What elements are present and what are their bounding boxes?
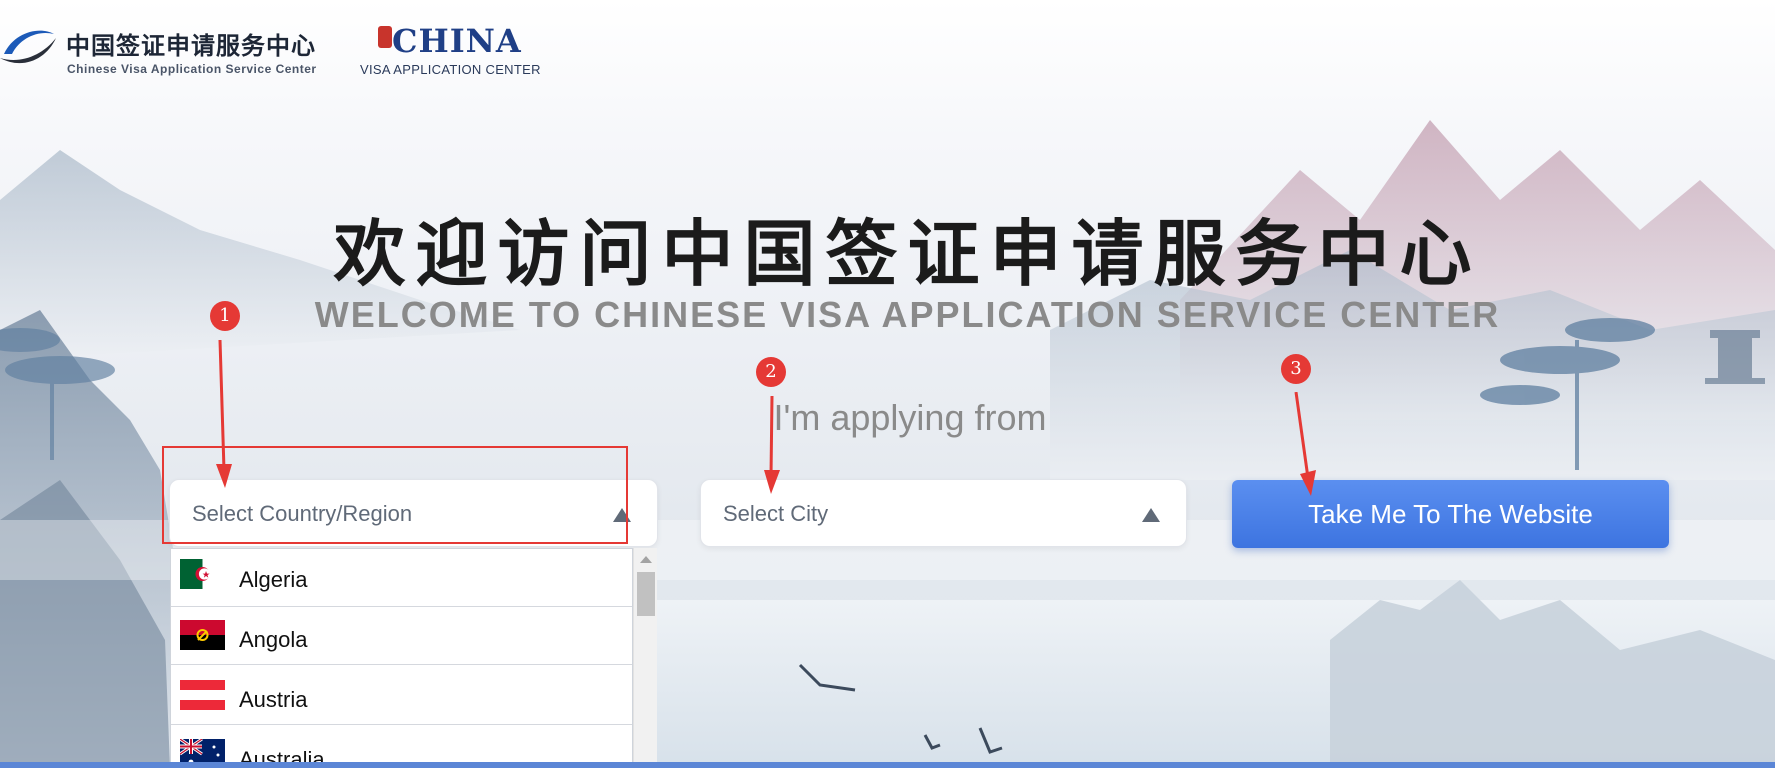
country-select-placeholder: Select Country/Region [192, 501, 413, 526]
logo-sub-text: VISA APPLICATION CENTER [360, 62, 541, 77]
algeria-flag-icon [180, 559, 225, 589]
step-2-badge: 2 [756, 357, 786, 387]
list-item-label: Austria [239, 687, 308, 712]
scroll-up-arrow-icon[interactable] [640, 556, 652, 563]
bottom-bar [0, 762, 1775, 768]
austria-flag-icon [180, 680, 225, 710]
step-2-arrow-icon [764, 396, 780, 494]
list-item-label: Angola [239, 627, 308, 652]
list-item-algeria[interactable]: Algeria [171, 549, 632, 607]
caret-up-icon [613, 508, 631, 522]
applying-from-label: I'm applying from [773, 397, 1047, 438]
step-1-arrow-icon [216, 340, 232, 488]
dropdown-scrollbar[interactable] [633, 548, 657, 768]
angola-flag-icon [180, 620, 225, 650]
caret-up-icon [1142, 508, 1160, 522]
red-seal-icon [378, 26, 392, 48]
china-visa-logo[interactable]: CHINA VISA APPLICATION CENTER [358, 22, 541, 82]
page-title-cn: 欢迎访问中国签证申请服务中心 [333, 211, 1482, 296]
cvasc-logo[interactable]: 中国签证申请服务中心 Chinese Visa Application Serv… [0, 20, 330, 80]
list-item-austria[interactable]: Austria [171, 667, 632, 725]
country-select[interactable]: Select Country/Region [169, 479, 658, 547]
swoosh-logo-icon [0, 30, 56, 64]
page-title-en: WELCOME TO CHINESE VISA APPLICATION SERV… [314, 294, 1501, 335]
logo-en-text: Chinese Visa Application Service Center [67, 62, 317, 76]
step-3-arrow-icon [1294, 392, 1316, 496]
country-dropdown-list: Algeria Angola Austria Australia [170, 548, 633, 768]
city-select-placeholder: Select City [723, 501, 829, 526]
logo-cn-text: 中国签证申请服务中心 [66, 31, 316, 60]
step-3-badge: 3 [1281, 354, 1311, 384]
logo-china-word: CHINA [392, 22, 522, 60]
scrollbar-thumb[interactable] [637, 572, 655, 616]
list-item-label: Algeria [239, 567, 308, 592]
list-item-angola[interactable]: Angola [171, 607, 632, 665]
step-1-badge: 1 [210, 301, 240, 331]
